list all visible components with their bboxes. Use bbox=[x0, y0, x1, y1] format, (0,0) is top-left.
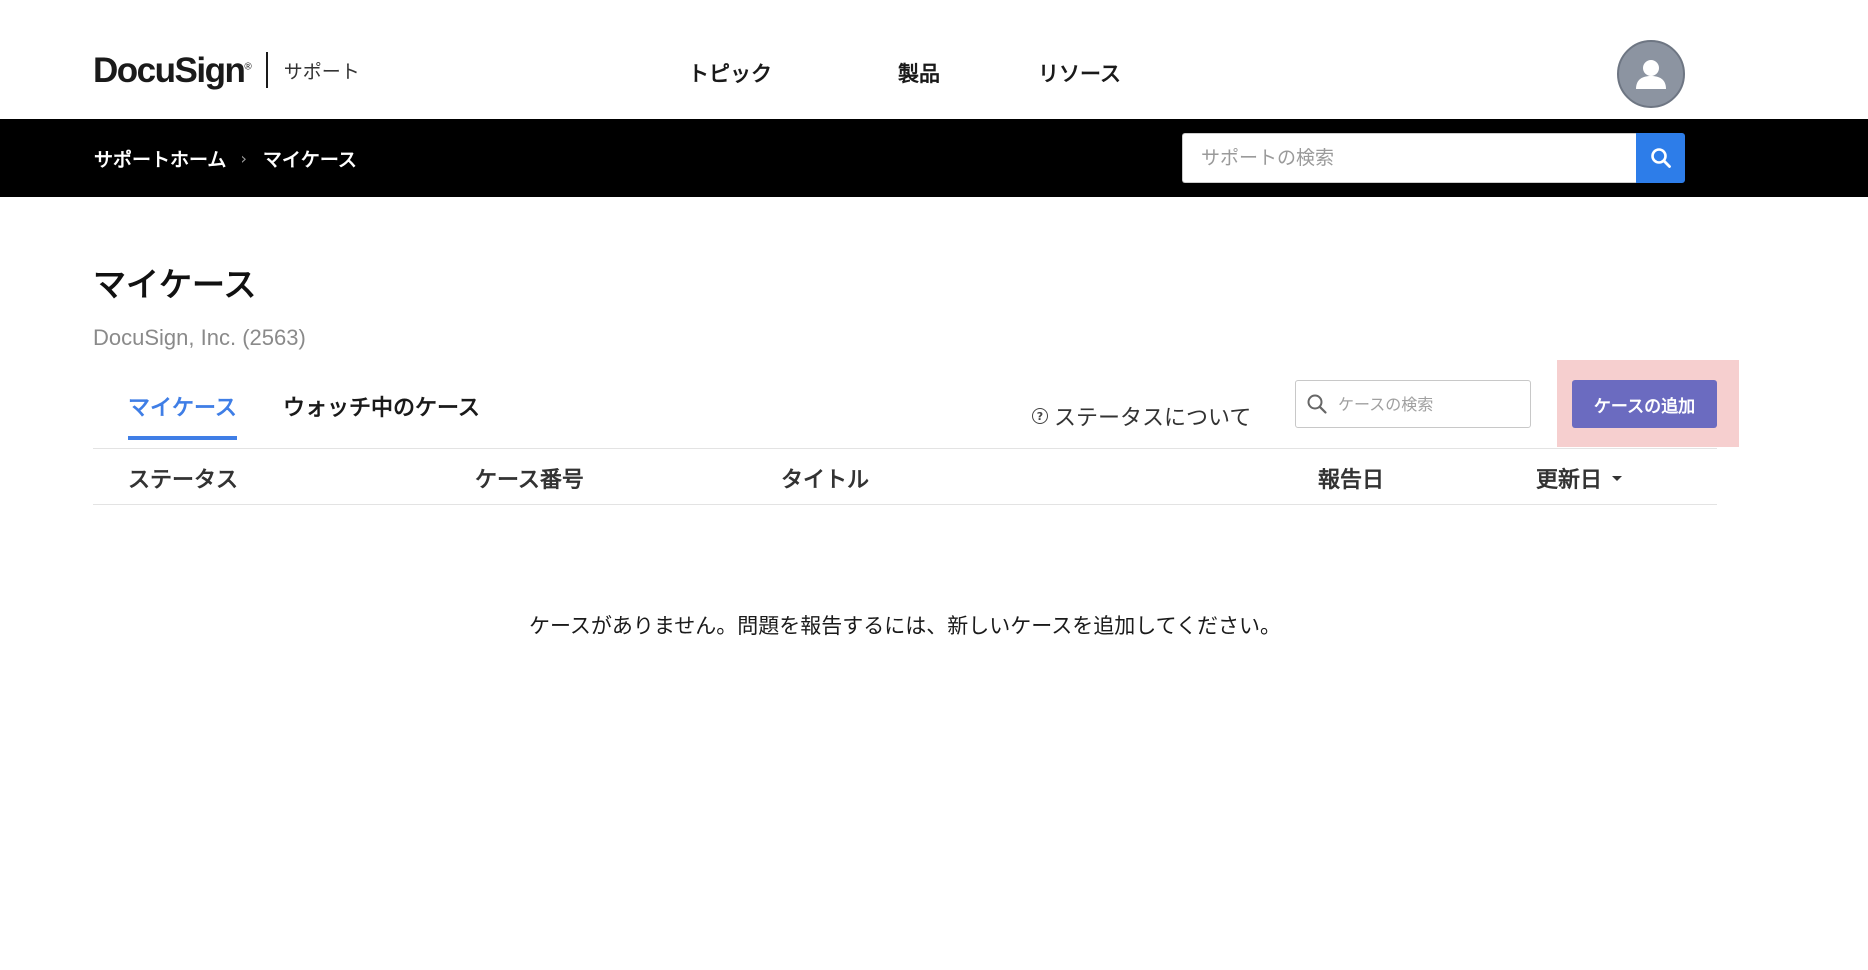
logo-divider bbox=[265, 52, 268, 88]
caret-down-icon bbox=[1612, 475, 1623, 481]
tab-my-cases[interactable]: マイケース bbox=[128, 390, 237, 440]
support-search-button[interactable] bbox=[1636, 133, 1685, 183]
column-case-number[interactable]: ケース番号 bbox=[475, 462, 584, 494]
empty-state-message: ケースがありません。問題を報告するには、新しいケースを追加してください。 bbox=[528, 614, 1281, 638]
status-help-label: ステータスについて bbox=[1054, 406, 1252, 431]
account-name: DocuSign, Inc. (2563) bbox=[93, 325, 306, 350]
column-title[interactable]: タイトル bbox=[781, 462, 869, 494]
add-case-button[interactable]: ケースの追加 bbox=[1572, 380, 1717, 428]
cases-table-header: ステータス ケース番号 タイトル 報告日 更新日 bbox=[93, 448, 1717, 505]
question-circle-icon: ? bbox=[1032, 408, 1048, 424]
breadcrumb: サポートホーム › マイケース bbox=[94, 145, 357, 172]
breadcrumb-bar: サポートホーム › マイケース bbox=[0, 119, 1868, 197]
breadcrumb-my-cases[interactable]: マイケース bbox=[263, 145, 357, 172]
case-search bbox=[1295, 380, 1531, 428]
column-status[interactable]: ステータス bbox=[128, 462, 238, 494]
column-reported-date[interactable]: 報告日 bbox=[1318, 462, 1384, 494]
nav-products[interactable]: 製品 bbox=[898, 58, 940, 88]
breadcrumb-support-home[interactable]: サポートホーム bbox=[94, 145, 226, 172]
logo-wordmark: DocuSign® bbox=[93, 50, 252, 90]
nav-topics[interactable]: トピック bbox=[688, 58, 772, 88]
support-search-input[interactable] bbox=[1182, 133, 1636, 183]
case-search-input[interactable] bbox=[1338, 394, 1518, 414]
search-icon bbox=[1650, 148, 1671, 168]
column-updated-label: 更新日 bbox=[1536, 468, 1603, 493]
chevron-right-icon: › bbox=[240, 149, 247, 168]
site-header: DocuSign® サポート トピック 製品 リソース bbox=[0, 0, 1868, 119]
column-updated-date[interactable]: 更新日 bbox=[1536, 462, 1623, 494]
user-icon bbox=[1636, 60, 1666, 89]
nav-resources[interactable]: リソース bbox=[1038, 58, 1121, 88]
logo-section-label: サポート bbox=[283, 60, 360, 83]
status-help-link[interactable]: ? ステータスについて bbox=[1032, 400, 1251, 432]
user-avatar[interactable] bbox=[1617, 40, 1685, 108]
support-search bbox=[1182, 133, 1685, 183]
docusign-logo[interactable]: DocuSign® サポート bbox=[93, 52, 360, 88]
tab-watched-cases[interactable]: ウォッチ中のケース bbox=[283, 390, 480, 436]
page-title: マイケース bbox=[93, 265, 257, 304]
search-icon bbox=[1307, 394, 1327, 414]
